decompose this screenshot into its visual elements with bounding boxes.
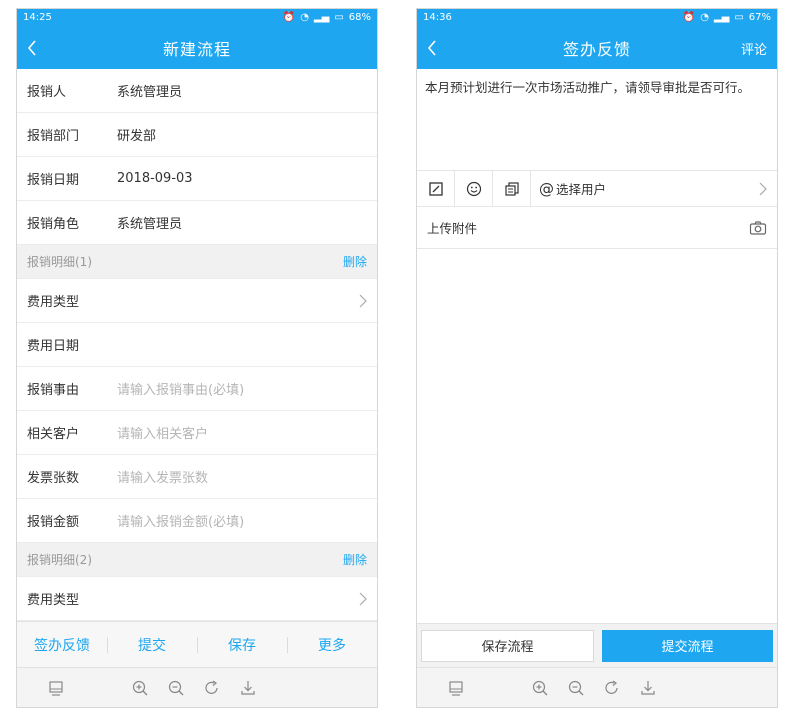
field-label: 报销日期 xyxy=(27,173,80,188)
select-user-label: 选择用户 xyxy=(556,182,607,197)
download-icon[interactable] xyxy=(239,679,257,697)
section-title: 报销明细(1) xyxy=(27,255,92,269)
copy-icon xyxy=(504,181,519,196)
save-process-button[interactable]: 保存流程 xyxy=(421,629,594,662)
signal-icon: ▂▄ xyxy=(713,12,730,23)
more-button[interactable]: 更多 xyxy=(287,635,377,655)
reason-input[interactable]: 报销事由 请输入报销事由(必填) xyxy=(17,367,377,411)
battery-icon: ▭ xyxy=(734,12,744,23)
field-label: 费用类型 xyxy=(27,295,80,310)
feedback-screen: 14:36 ⏰ ◔ ▂▄ ▭ 67% 签办反馈 评论 本月预计划进行一次市场活动… xyxy=(416,8,778,708)
bottom-button-bar: 保存流程 提交流程 xyxy=(417,623,777,667)
submit-process-button[interactable]: 提交流程 xyxy=(602,629,773,662)
field-value: 研发部 xyxy=(117,129,157,144)
back-button[interactable] xyxy=(27,27,37,69)
status-bar: 14:36 ⏰ ◔ ▂▄ ▭ 67% xyxy=(417,9,777,27)
chevron-right-icon xyxy=(359,592,367,605)
amount-placeholder: 请输入报销金额(必填) xyxy=(117,515,245,530)
chevron-right-icon xyxy=(359,294,367,307)
customer-placeholder: 请输入相关客户 xyxy=(117,427,209,442)
chevron-left-icon xyxy=(27,40,36,56)
alarm-icon: ⏰ xyxy=(682,12,696,23)
invoice-placeholder: 请输入发票张数 xyxy=(117,471,209,486)
section-detail-1: 报销明细(1) 删除 xyxy=(17,245,377,279)
new-process-screen: 14:25 ⏰ ◔ ▂▄ ▭ 68% 新建流程 报销人 系统管理员 报销部门 研… xyxy=(16,8,378,708)
battery-level: 67% xyxy=(748,12,771,23)
editor-tools: @ 选择用户 xyxy=(417,170,777,207)
section-detail-2: 报销明细(2) 删除 xyxy=(17,543,377,577)
field-label: 报销部门 xyxy=(27,129,80,144)
status-time: 14:36 xyxy=(423,12,452,23)
template-button[interactable] xyxy=(493,170,531,207)
wifi-icon: ◔ xyxy=(700,12,709,23)
customer-input[interactable]: 相关客户 请输入相关客户 xyxy=(17,411,377,455)
monitor-icon[interactable] xyxy=(447,679,465,697)
reason-placeholder: 请输入报销事由(必填) xyxy=(117,383,245,398)
field-claimant: 报销人 系统管理员 xyxy=(17,69,377,113)
back-button[interactable] xyxy=(427,27,437,69)
expense-type-select-2[interactable]: 费用类型 xyxy=(17,577,377,621)
signal-icon: ▂▄ xyxy=(313,12,330,23)
field-label: 发票张数 xyxy=(27,471,80,486)
field-role: 报销角色 系统管理员 xyxy=(17,201,377,245)
viewer-toolbar xyxy=(17,667,377,707)
nav-bar: 签办反馈 评论 xyxy=(417,27,777,69)
battery-icon: ▭ xyxy=(334,12,344,23)
field-label: 报销事由 xyxy=(27,383,80,398)
select-user-button[interactable]: @ 选择用户 xyxy=(531,179,606,198)
viewer-toolbar xyxy=(417,667,777,707)
field-value: 系统管理员 xyxy=(117,85,183,100)
monitor-icon[interactable] xyxy=(47,679,65,697)
field-department: 报销部门 研发部 xyxy=(17,113,377,157)
field-label: 费用类型 xyxy=(27,593,80,608)
field-label: 报销角色 xyxy=(27,217,80,232)
zoom-in-icon[interactable] xyxy=(531,679,549,697)
upload-label: 上传附件 xyxy=(427,221,478,236)
feedback-text: 本月预计划进行一次市场活动推广，请领导审批是否可行。 xyxy=(425,80,751,95)
chevron-right-icon xyxy=(759,182,767,195)
at-icon: @ xyxy=(539,179,554,198)
smiley-icon xyxy=(466,181,481,196)
status-bar: 14:25 ⏰ ◔ ▂▄ ▭ 68% xyxy=(17,9,377,27)
battery-level: 68% xyxy=(348,12,371,23)
zoom-in-icon[interactable] xyxy=(131,679,149,697)
status-time: 14:25 xyxy=(23,12,52,23)
edit-icon xyxy=(428,181,443,196)
emoji-button[interactable] xyxy=(455,170,493,207)
alarm-icon: ⏰ xyxy=(282,12,296,23)
amount-input[interactable]: 报销金额 请输入报销金额(必填) xyxy=(17,499,377,543)
expense-type-select[interactable]: 费用类型 xyxy=(17,279,377,323)
save-button[interactable]: 保存 xyxy=(197,635,287,655)
chevron-left-icon xyxy=(427,40,436,56)
field-label: 报销人 xyxy=(27,85,67,100)
feedback-textarea[interactable]: 本月预计划进行一次市场活动推广，请领导审批是否可行。 xyxy=(417,69,777,171)
nav-bar: 新建流程 xyxy=(17,27,377,69)
field-value: 系统管理员 xyxy=(117,217,183,232)
edit-button[interactable] xyxy=(417,170,455,207)
section-title: 报销明细(2) xyxy=(27,553,92,567)
feedback-button[interactable]: 签办反馈 xyxy=(17,635,107,655)
page-title: 新建流程 xyxy=(162,40,231,59)
submit-button[interactable]: 提交 xyxy=(107,635,197,655)
zoom-out-icon[interactable] xyxy=(567,679,585,697)
field-label: 相关客户 xyxy=(27,427,80,442)
comment-button[interactable]: 评论 xyxy=(741,39,767,58)
field-value: 2018-09-03 xyxy=(117,171,193,186)
invoice-count-input[interactable]: 发票张数 请输入发票张数 xyxy=(17,455,377,499)
delete-detail-2-button[interactable]: 删除 xyxy=(343,551,367,568)
rotate-icon[interactable] xyxy=(203,679,221,697)
rotate-icon[interactable] xyxy=(603,679,621,697)
expense-date-field[interactable]: 费用日期 xyxy=(17,323,377,367)
download-icon[interactable] xyxy=(639,679,657,697)
action-bar: 签办反馈 提交 保存 更多 xyxy=(17,621,377,667)
field-label: 费用日期 xyxy=(27,339,80,354)
page-title: 签办反馈 xyxy=(562,40,631,59)
camera-icon[interactable] xyxy=(749,220,767,236)
upload-attachment-row[interactable]: 上传附件 xyxy=(417,207,777,249)
field-label: 报销金额 xyxy=(27,515,80,530)
field-date[interactable]: 报销日期 2018-09-03 xyxy=(17,157,377,201)
wifi-icon: ◔ xyxy=(300,12,309,23)
zoom-out-icon[interactable] xyxy=(167,679,185,697)
delete-detail-1-button[interactable]: 删除 xyxy=(343,253,367,270)
